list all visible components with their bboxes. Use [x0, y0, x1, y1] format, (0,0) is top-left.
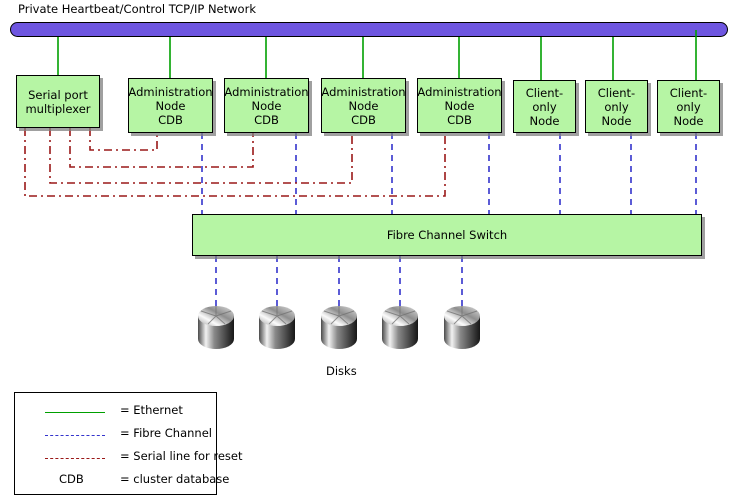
node-label-line: Node [529, 113, 560, 128]
fibre-channel-switch-label: Fibre Channel Switch [386, 228, 508, 242]
diagram-canvas: Private Heartbeat/Control TCP/IP Network… [0, 0, 740, 504]
node-label-line: Serial port [28, 87, 88, 102]
legend-swatch-fibre-channel [45, 435, 105, 436]
node-label-line: Node [673, 113, 704, 128]
node-label-line: CDB [254, 112, 279, 127]
disk-icon [444, 305, 480, 351]
disk-icon [382, 305, 418, 351]
fibre-channel-switch: Fibre Channel Switch [192, 214, 702, 256]
node-label-line: CDB [351, 112, 376, 127]
legend-row-serial-line-for-reset: = Serial line for reset [15, 449, 243, 471]
node-client-only-node-2: Client-only Node [585, 80, 648, 133]
node-label-line: Administration [224, 84, 309, 99]
legend-row-ethernet: = Ethernet [15, 403, 218, 425]
serial-reset-link [69, 128, 254, 168]
node-administration-node-3: Administration Node CDB [321, 78, 406, 133]
legend-swatch-serial-line-for-reset [45, 458, 105, 459]
serial-reset-link [24, 128, 446, 197]
legend-row-cdb: CDB = cluster database [15, 472, 229, 494]
legend-label-serial-line-for-reset: = Serial line for reset [120, 449, 243, 463]
node-administration-node-1: Administration Node CDB [128, 78, 213, 133]
node-label-line: Administration [417, 84, 502, 99]
serial-reset-link [49, 128, 353, 184]
node-client-only-node-3: Client-only Node [657, 80, 720, 133]
node-label-line: Node [601, 113, 632, 128]
node-client-only-node-1: Client-only Node [513, 80, 576, 133]
node-label-line: Node [251, 98, 282, 113]
node-label-line: Node [444, 98, 475, 113]
node-label-line: Administration [128, 84, 213, 99]
disk-icon [321, 305, 357, 351]
node-label-line: Node [155, 98, 186, 113]
node-label-line: Node [348, 98, 379, 113]
legend-label-fibre-channel: = Fibre Channel [120, 426, 212, 440]
node-serial-port-multiplexer: Serial port multiplexer [16, 75, 100, 128]
node-label-line: CDB [447, 112, 472, 127]
legend-label-cdb: = cluster database [120, 472, 230, 486]
disk-icon [198, 305, 234, 351]
legend-label-ethernet: = Ethernet [120, 403, 183, 417]
node-administration-node-2: Administration Node CDB [224, 78, 309, 133]
node-label-line: Client-only [597, 85, 636, 114]
disks-label: Disks [326, 364, 357, 378]
node-label-line: CDB [158, 112, 183, 127]
legend-swatch-ethernet [45, 412, 105, 413]
node-administration-node-4: Administration Node CDB [417, 78, 502, 133]
legend: = Ethernet = Fibre Channel = Serial line f… [14, 392, 243, 495]
node-label-line: multiplexer [25, 101, 91, 116]
node-label-line: Client-only [525, 85, 564, 114]
node-label-line: Client-only [669, 85, 708, 114]
legend-key-cdb: CDB [59, 472, 84, 486]
disk-icon [259, 305, 295, 351]
node-label-line: Administration [321, 84, 406, 99]
legend-row-fibre-channel: = Fibre Channel [15, 426, 218, 448]
